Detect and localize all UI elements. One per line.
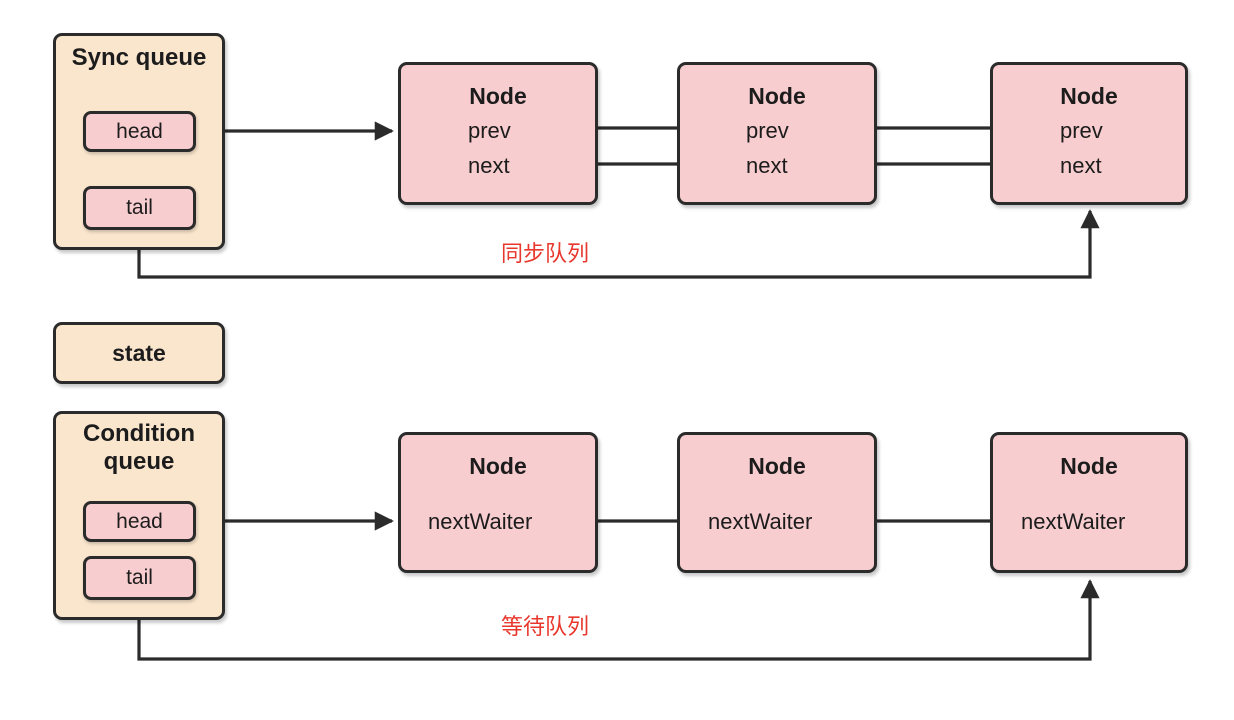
condition-tail-to-node3-arrow (137, 579, 1100, 661)
condition-node-2: Node (677, 432, 877, 573)
sync-queue-tail-slot[interactable]: tail (83, 186, 196, 230)
condition-queue-annotation: 等待队列 (501, 615, 590, 640)
sync-node-3-prev-label: prev (1060, 118, 1103, 143)
condition-node-3: Node (990, 432, 1188, 573)
diagram-canvas: Sync queue head tail Node prev next Node… (0, 0, 1234, 720)
condition-node-2-nextwaiter-label: nextWaiter (708, 509, 813, 534)
condition-node-3-nextwaiter-label: nextWaiter (1021, 509, 1126, 534)
sync-node-2-next-label: next (746, 153, 788, 178)
condition-queue-head-label: head (116, 509, 163, 533)
sync-node-3-title: Node (1060, 83, 1118, 109)
condition-queue-title-line1: Condition (83, 420, 195, 447)
sync-queue-title: Sync queue (71, 44, 207, 71)
sync-queue-head-label: head (116, 119, 163, 143)
sync-node-1-title: Node (469, 83, 527, 109)
state-label: state (112, 339, 166, 366)
sync-queue-tail-label: tail (126, 196, 153, 219)
condition-queue-head-slot[interactable]: head (83, 501, 196, 542)
sync-node-2-title: Node (748, 83, 806, 109)
condition-queue-tail-label: tail (126, 566, 153, 589)
condition-node-1-nextwaiter-label: nextWaiter (428, 509, 533, 534)
condition-node-1: Node (398, 432, 598, 573)
condition-queue-tail-slot[interactable]: tail (83, 556, 196, 600)
condition-node-1-title: Node (469, 453, 527, 479)
sync-tail-to-node3-arrow (137, 209, 1100, 279)
state-box: state (53, 322, 225, 384)
sync-node-3-next-label: next (1060, 153, 1102, 178)
condition-queue-title-line2: queue (103, 448, 175, 476)
sync-queue-head-slot[interactable]: head (83, 111, 196, 152)
sync-node-1-next-label: next (468, 153, 510, 178)
condition-node-3-title: Node (1060, 453, 1118, 479)
sync-node-1-prev-label: prev (468, 118, 511, 143)
condition-node-2-title: Node (748, 453, 806, 479)
sync-queue-annotation: 同步队列 (501, 242, 590, 267)
sync-node-2-prev-label: prev (746, 118, 789, 143)
